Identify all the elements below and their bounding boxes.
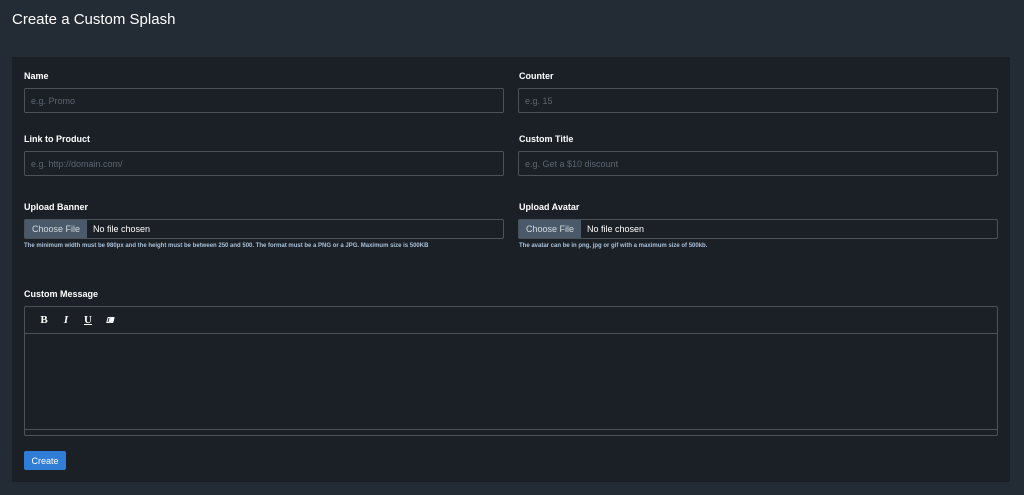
link-label: Link to Product (24, 134, 90, 144)
clear-format-button[interactable] (99, 310, 121, 330)
upload-banner-label: Upload Banner (24, 202, 89, 212)
name-label: Name (24, 71, 49, 81)
link-input[interactable] (24, 151, 504, 176)
avatar-choose-file-button[interactable]: Choose File (519, 220, 581, 238)
counter-input[interactable] (518, 88, 998, 113)
upload-avatar-label: Upload Avatar (519, 202, 580, 212)
italic-button[interactable]: I (55, 310, 77, 330)
eraser-icon (105, 317, 115, 323)
editor-toolbar: B I U (25, 307, 997, 334)
avatar-file-input[interactable]: Choose File No file chosen (518, 219, 998, 239)
banner-help-text: The minimum width must be 980px and the … (24, 243, 429, 249)
counter-label: Counter (519, 71, 554, 81)
banner-choose-file-button[interactable]: Choose File (25, 220, 87, 238)
custom-title-input[interactable] (518, 151, 998, 176)
avatar-help-text: The avatar can be in png, jpg or gif wit… (519, 243, 708, 249)
avatar-file-status: No file chosen (587, 224, 645, 234)
page-title: Create a Custom Splash (12, 11, 176, 28)
custom-title-label: Custom Title (519, 134, 574, 144)
name-input[interactable] (24, 88, 504, 113)
create-button[interactable]: Create (24, 451, 66, 470)
custom-message-label: Custom Message (24, 289, 99, 299)
editor-resize-bar (25, 429, 997, 430)
message-editor: B I U (24, 306, 998, 436)
top-bar: Create a Custom Splash (0, 0, 1024, 50)
underline-button[interactable]: U (77, 310, 99, 330)
banner-file-status: No file chosen (93, 224, 151, 234)
message-text-area[interactable] (25, 334, 997, 430)
bold-button[interactable]: B (33, 310, 55, 330)
banner-file-input[interactable]: Choose File No file chosen (24, 219, 504, 239)
